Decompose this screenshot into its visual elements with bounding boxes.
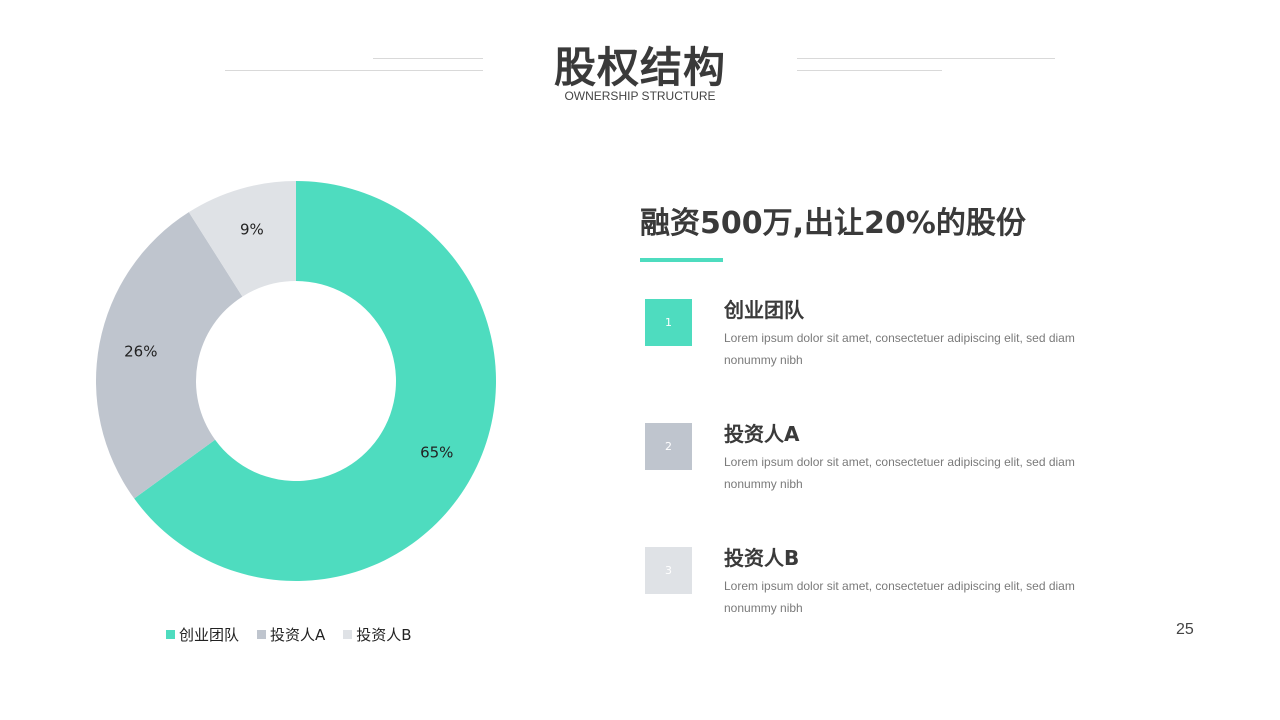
item-number-box: 1 <box>645 299 692 346</box>
item-number-box: 3 <box>645 547 692 594</box>
item-description: Lorem ipsum dolor sit amet, consectetuer… <box>724 331 1075 367</box>
chart-legend: 创业团队 投资人A 投资人B <box>166 624 412 645</box>
legend-item-investor-a: 投资人A <box>257 624 325 645</box>
item-description: Lorem ipsum dolor sit amet, consectetuer… <box>724 579 1075 615</box>
slice-label-2: 26% <box>124 342 157 360</box>
page-subtitle: OWNERSHIP STRUCTURE <box>564 89 716 103</box>
page-title: 股权结构 <box>553 43 726 92</box>
item-title: 投资人A <box>724 422 800 446</box>
financing-headline: 融资500万,出让20%的股份 <box>640 206 1026 241</box>
ownership-donut-chart: 65% 26% 9% <box>95 181 497 581</box>
legend-label: 创业团队 <box>179 626 240 644</box>
item-title: 投资人B <box>724 546 800 570</box>
item-number-box: 2 <box>645 423 692 470</box>
page-number: 25 <box>1176 621 1194 638</box>
list-item-investor-b: 3 投资人B Lorem ipsum dolor sit amet, conse… <box>645 546 1165 657</box>
item-description: Lorem ipsum dolor sit amet, consectetuer… <box>724 455 1075 491</box>
legend-item-team: 创业团队 <box>166 624 239 645</box>
item-title: 创业团队 <box>724 298 804 322</box>
legend-swatch <box>257 630 267 639</box>
legend-swatch <box>166 630 175 639</box>
legend-label: 投资人A <box>270 626 326 644</box>
legend-label: 投资人B <box>356 626 412 644</box>
list-item-investor-a: 2 投资人A Lorem ipsum dolor sit amet, conse… <box>645 422 1165 533</box>
legend-item-investor-b: 投资人B <box>343 624 412 645</box>
headline-underline <box>640 258 723 262</box>
slice-label-3: 9% <box>240 220 264 238</box>
slice-label-1: 65% <box>420 444 453 462</box>
list-item-team: 1 创业团队 Lorem ipsum dolor sit amet, conse… <box>645 298 1165 409</box>
legend-swatch <box>343 630 353 639</box>
